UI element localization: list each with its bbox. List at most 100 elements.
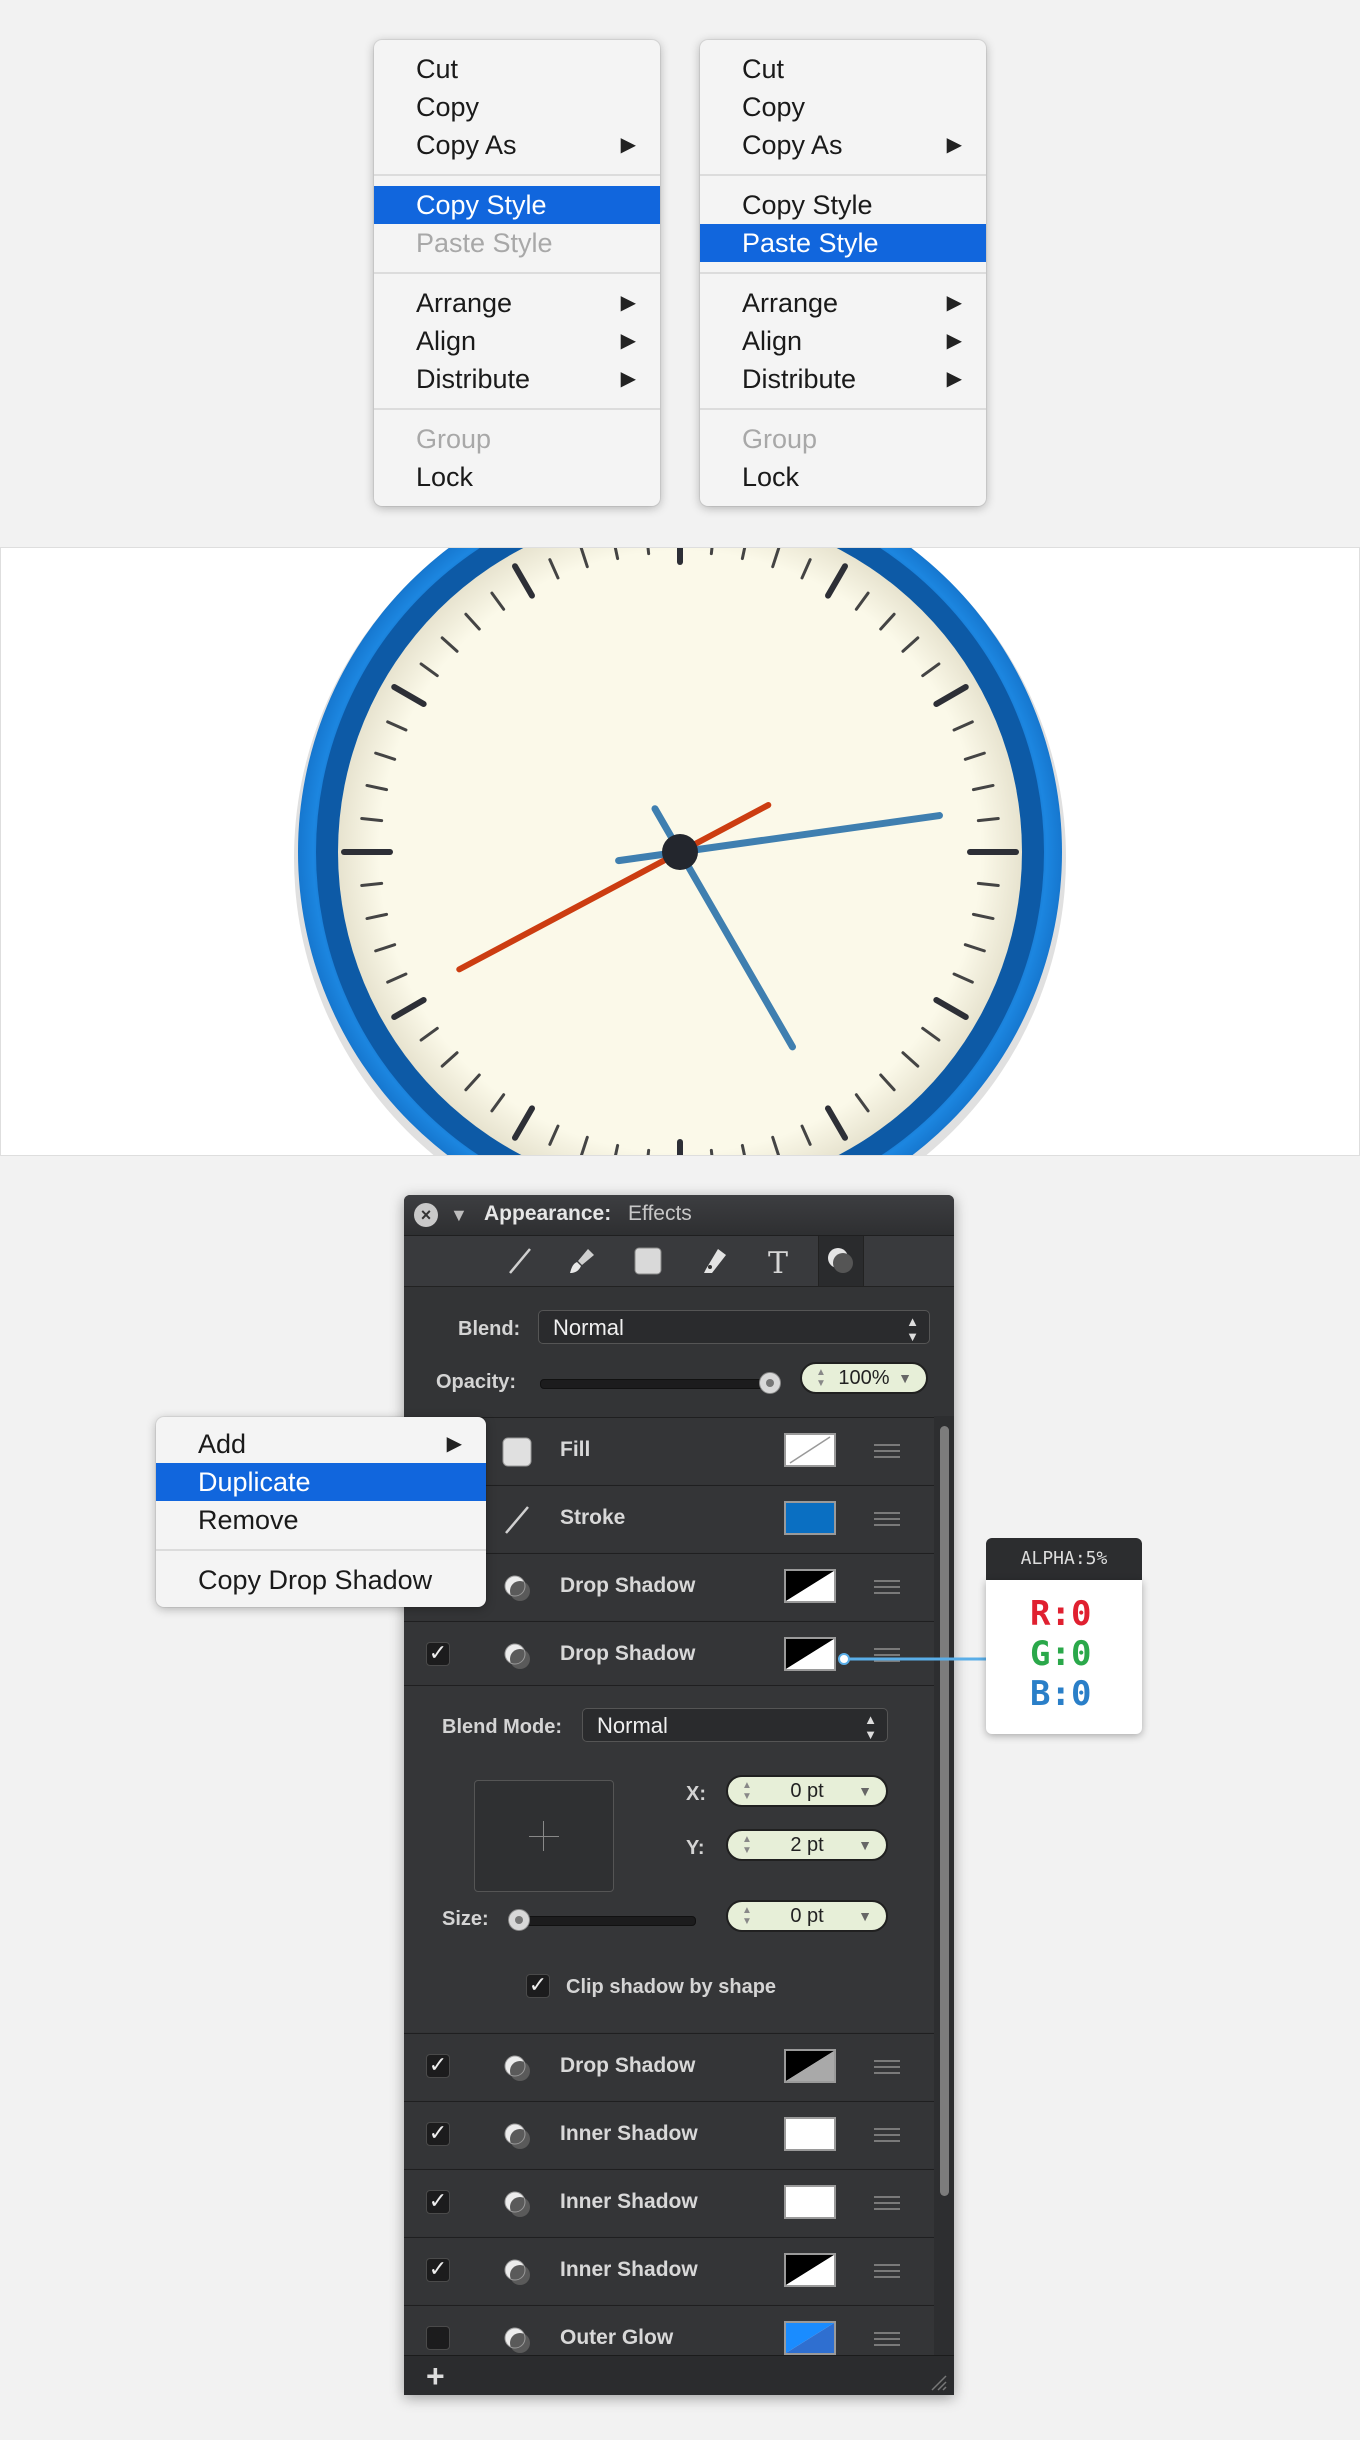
color-swatch[interactable] — [784, 2049, 836, 2083]
effect-row-inner-shadow[interactable]: ✓ Inner Shadow — [404, 2237, 934, 2304]
stepper-arrows-icon: ▲ ▼ — [816, 1367, 826, 1389]
size-stepper[interactable]: ▲ ▼ 0 pt ▼ — [726, 1900, 888, 1932]
effect-enable-checkbox[interactable] — [426, 2326, 450, 2350]
pen-tool-icon[interactable] — [696, 1243, 732, 1279]
shadow-icon — [500, 2255, 534, 2289]
drag-handle-icon[interactable] — [874, 1444, 900, 1462]
submenu-arrow-icon: ▶ — [620, 368, 636, 390]
effect-row-inner-shadow[interactable]: ✓ Inner Shadow — [404, 2169, 934, 2236]
line-tool-icon[interactable] — [502, 1243, 538, 1279]
clock-center-pin — [662, 834, 698, 870]
color-swatch[interactable] — [784, 2253, 836, 2287]
drag-handle-icon[interactable] — [874, 1580, 900, 1598]
menu-item-copy-style[interactable]: Copy Style — [374, 186, 660, 224]
menu-item-distribute[interactable]: Distribute ▶ — [700, 360, 986, 398]
panel-subtitle: Effects — [628, 1202, 692, 1225]
drag-handle-icon[interactable] — [874, 2264, 900, 2282]
menu-item-paste-style[interactable]: Paste Style — [374, 224, 660, 262]
y-offset-stepper[interactable]: ▲ ▼ 2 pt ▼ — [726, 1829, 888, 1861]
menu-item-copy[interactable]: Copy — [374, 88, 660, 126]
effect-enable-checkbox[interactable]: ✓ — [426, 2054, 450, 2078]
size-slider-knob[interactable] — [508, 1909, 530, 1931]
color-swatch[interactable] — [784, 1569, 836, 1603]
menu-item-copy[interactable]: Copy — [700, 88, 986, 126]
fill-icon — [500, 1435, 534, 1469]
effect-row-drop-shadow[interactable]: ✓ Drop Shadow — [404, 2033, 934, 2100]
color-swatch[interactable] — [784, 1501, 836, 1535]
opacity-slider-knob[interactable] — [759, 1372, 781, 1394]
resize-grip-icon[interactable] — [928, 2372, 948, 2392]
menu-item-copy-style[interactable]: Copy Style — [700, 186, 986, 224]
menu-item-label: Copy — [742, 92, 806, 122]
fill-tool-icon[interactable] — [630, 1243, 666, 1279]
updown-arrows-icon: ▲ ▼ — [906, 1314, 919, 1344]
menu-item-lock[interactable]: Lock — [700, 458, 986, 496]
menu-item-arrange[interactable]: Arrange ▶ — [374, 284, 660, 322]
panel-titlebar: × ▼ Appearance: Effects — [404, 1195, 954, 1236]
shadow-icon — [500, 2051, 534, 2085]
effect-enable-checkbox[interactable]: ✓ — [426, 2122, 450, 2146]
chevron-down-icon[interactable]: ▼ — [898, 1364, 912, 1392]
disclosure-triangle-icon[interactable]: ▼ — [450, 1205, 468, 1226]
effect-enable-checkbox[interactable]: ✓ — [426, 2258, 450, 2282]
menu-separator — [374, 272, 660, 274]
brush-tool-icon[interactable] — [564, 1243, 600, 1279]
menu-item-copy-as[interactable]: Copy As ▶ — [374, 126, 660, 164]
clip-shadow-checkbox[interactable]: ✓ — [526, 1974, 550, 1998]
color-swatch[interactable] — [784, 2117, 836, 2151]
drag-handle-icon[interactable] — [874, 2332, 900, 2350]
context-menu-paste-style: Cut Copy Copy As ▶ Copy Style Paste Style Arra… — [700, 40, 986, 506]
x-offset-stepper[interactable]: ▲ ▼ 0 pt ▼ — [726, 1775, 888, 1807]
menu-item-copy-drop-shadow[interactable]: Copy Drop Shadow — [156, 1561, 486, 1599]
menu-item-distribute[interactable]: Distribute ▶ — [374, 360, 660, 398]
effect-label: Drop Shadow — [560, 2054, 696, 2077]
menu-item-group[interactable]: Group — [374, 420, 660, 458]
size-slider[interactable] — [508, 1916, 696, 1926]
menu-item-lock[interactable]: Lock — [374, 458, 660, 496]
blend-mode-value: Normal — [597, 1713, 668, 1738]
drag-handle-icon[interactable] — [874, 1512, 900, 1530]
chevron-down-icon[interactable]: ▼ — [858, 1902, 872, 1930]
color-swatch[interactable] — [784, 2185, 836, 2219]
drag-handle-icon[interactable] — [874, 2128, 900, 2146]
blend-mode-dropdown[interactable]: Normal ▲ ▼ — [582, 1708, 888, 1742]
chevron-down-icon[interactable]: ▼ — [858, 1777, 872, 1805]
menu-item-add[interactable]: Add ▶ — [156, 1425, 486, 1463]
effect-label: Inner Shadow — [560, 2258, 698, 2281]
effect-enable-checkbox[interactable]: ✓ — [426, 2190, 450, 2214]
effects-tool-icon[interactable] — [818, 1236, 864, 1286]
appearance-panel: × ▼ Appearance: Effects T Blend: Normal … — [404, 1195, 954, 2395]
menu-item-label: Lock — [416, 462, 474, 492]
text-tool-icon[interactable]: T — [760, 1243, 796, 1281]
close-icon[interactable]: × — [414, 1203, 438, 1227]
offset-pad[interactable] — [474, 1780, 614, 1892]
scroll-thumb[interactable] — [940, 1426, 949, 2196]
menu-item-remove[interactable]: Remove — [156, 1501, 486, 1539]
menu-item-duplicate[interactable]: Duplicate — [156, 1463, 486, 1501]
opacity-slider[interactable] — [540, 1379, 772, 1389]
drag-handle-icon[interactable] — [874, 2060, 900, 2078]
menu-item-label: Group — [416, 424, 492, 454]
effect-enable-checkbox[interactable]: ✓ — [426, 1642, 450, 1666]
drag-handle-icon[interactable] — [874, 2196, 900, 2214]
menu-item-paste-style[interactable]: Paste Style — [700, 224, 986, 262]
effect-row-inner-shadow[interactable]: ✓ Inner Shadow — [404, 2101, 934, 2168]
menu-item-label: Remove — [198, 1505, 299, 1535]
menu-item-group[interactable]: Group — [700, 420, 986, 458]
menu-item-align[interactable]: Align ▶ — [700, 322, 986, 360]
panel-scrollbar[interactable] — [934, 1416, 954, 2355]
blend-dropdown[interactable]: Normal ▲ ▼ — [538, 1310, 930, 1344]
menu-item-arrange[interactable]: Arrange ▶ — [700, 284, 986, 322]
menu-item-copy-as[interactable]: Copy As ▶ — [700, 126, 986, 164]
menu-item-cut[interactable]: Cut — [374, 50, 660, 88]
add-effect-button[interactable]: + — [426, 2358, 445, 2395]
menu-item-cut[interactable]: Cut — [700, 50, 986, 88]
opacity-stepper[interactable]: ▲ ▼ 100% ▼ — [800, 1362, 928, 1394]
color-swatch[interactable] — [784, 1433, 836, 1467]
panel-title: Appearance: — [484, 1202, 612, 1225]
color-swatch[interactable] — [784, 2321, 836, 2355]
submenu-arrow-icon: ▶ — [620, 134, 636, 156]
menu-item-align[interactable]: Align ▶ — [374, 322, 660, 360]
chevron-down-icon[interactable]: ▼ — [858, 1831, 872, 1859]
color-swatch[interactable] — [784, 1637, 836, 1671]
